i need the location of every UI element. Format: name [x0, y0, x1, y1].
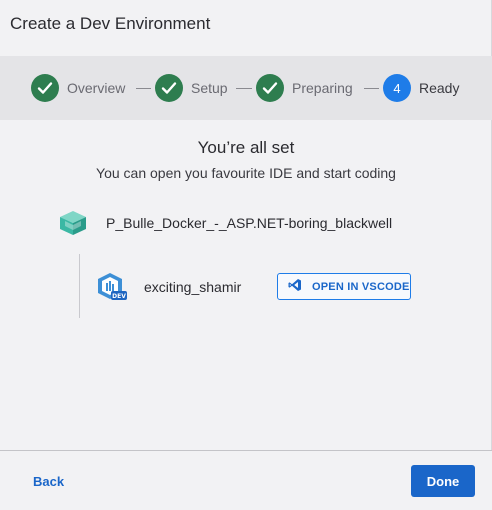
open-in-vscode-button[interactable]: OPEN IN VSCODE — [277, 273, 411, 300]
step-overview-label: Overview — [67, 80, 126, 96]
step-connector — [236, 88, 252, 89]
done-button[interactable]: Done — [411, 465, 475, 497]
step-connector — [364, 88, 379, 89]
step-preparing-check-icon — [256, 74, 284, 102]
step-ready-label: Ready — [419, 80, 460, 96]
stepper: Overview Setup Preparing 4 Ready — [0, 56, 492, 120]
dialog-header: Create a Dev Environment — [0, 0, 491, 56]
step-overview-check-icon — [31, 74, 59, 102]
project-name: P_Bulle_Docker_-_ASP.NET-boring_blackwel… — [106, 215, 393, 231]
dev-badge: DEV — [112, 293, 126, 300]
open-in-vscode-label: OPEN IN VSCODE — [312, 280, 410, 293]
step-connector — [136, 88, 151, 89]
step-ready-number: 4 — [383, 74, 411, 102]
success-subtitle: You can open you favourite IDE and start… — [96, 165, 396, 181]
step-setup-label: Setup — [191, 80, 228, 96]
dialog-title: Create a Dev Environment — [10, 14, 211, 33]
step-preparing-label: Preparing — [292, 80, 353, 96]
vscode-icon — [288, 278, 302, 295]
back-button[interactable]: Back — [33, 474, 64, 489]
step-setup-check-icon — [155, 74, 183, 102]
dialog-footer: Back Done — [0, 450, 492, 510]
success-title: You’re all set — [197, 138, 295, 157]
create-dev-environment-dialog: Create a Dev Environment Overview Setup … — [0, 0, 492, 510]
dev-environment-icon: DEV — [96, 272, 128, 302]
environment-name: exciting_shamir — [144, 279, 242, 295]
tree-connector-line — [79, 254, 80, 318]
cube-icon — [59, 210, 87, 236]
